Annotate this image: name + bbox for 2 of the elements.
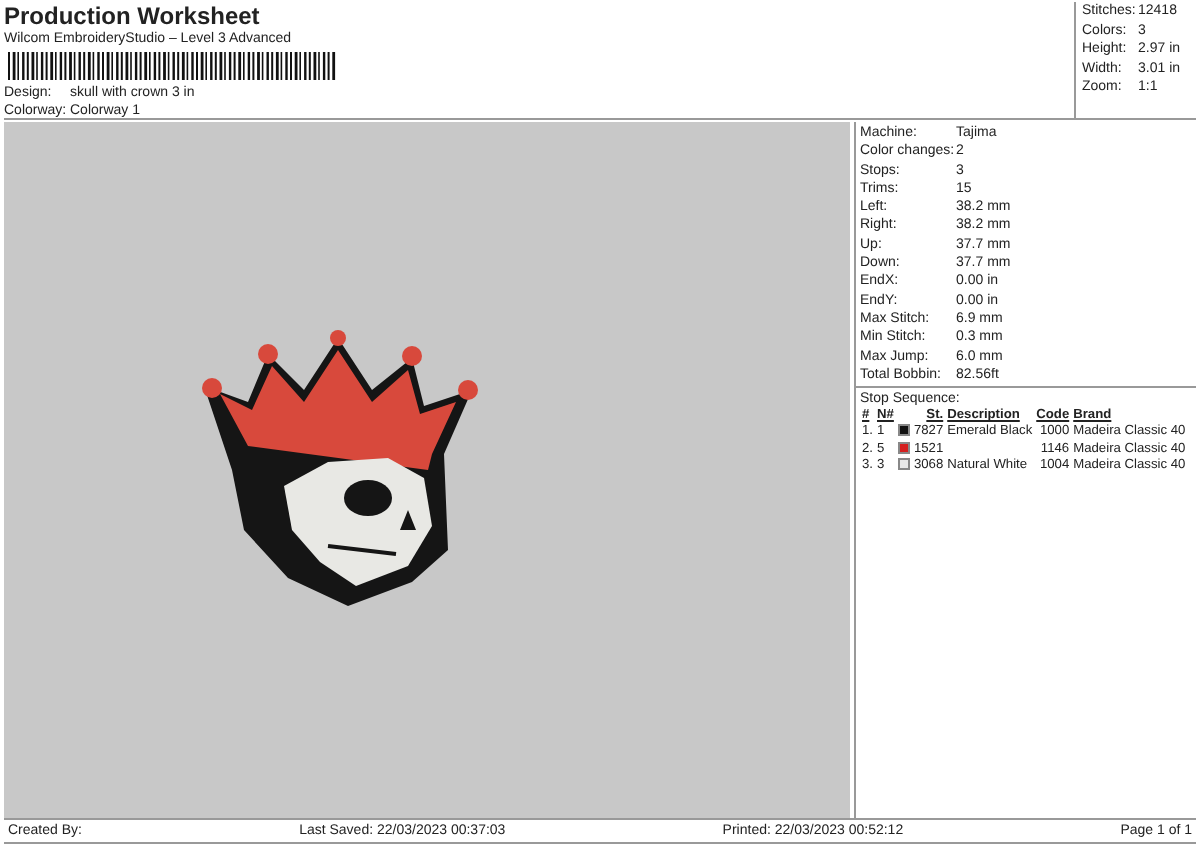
worksheet-title: Production Worksheet bbox=[4, 2, 262, 30]
barcode-icon bbox=[8, 52, 338, 80]
